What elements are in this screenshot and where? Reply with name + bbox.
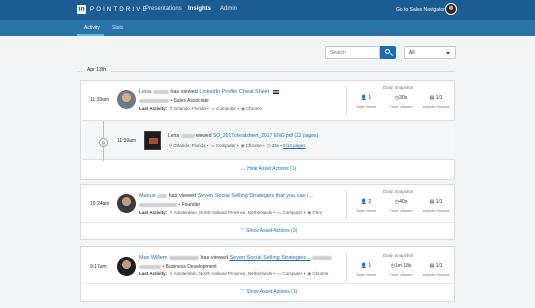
viewed-item-link[interactable]: LinkedIn Profile Cheat Sheet — [199, 89, 269, 95]
nav-admin[interactable]: Admin — [220, 6, 237, 12]
tab-stats[interactable]: Stats — [112, 25, 123, 31]
document-icon: ▤ — [99, 138, 108, 147]
asset-action-headline: Lena viewed SO_2017cheatsheet_2017 ENG.p… — [168, 133, 319, 139]
chevron-up-icon: ︿ — [240, 166, 246, 172]
stat-assets-viewed: ▤ 1/1 Assets Viewed — [422, 95, 450, 109]
activity-headline: Manus has viewed Seven Social Selling St… — [139, 193, 313, 199]
nav-presentations[interactable]: Presentations — [145, 6, 182, 12]
activity-card: 11:39am Lena has viewed LinkedIn Profile… — [80, 80, 455, 180]
stat-total-views: 👤 1 Total Views — [355, 263, 377, 277]
user-avatar[interactable] — [445, 3, 457, 15]
tab-activity[interactable]: Activity — [84, 25, 100, 31]
file-icon: ▤ — [429, 95, 435, 101]
asset-action-details: ⚲Orlando, Florida • ▭Computer • ◉Chrome … — [169, 143, 306, 148]
stat-assets-viewed: ▤ 1/1 Assets Viewed — [422, 263, 450, 277]
pointdrive-logo[interactable]: in POINTDRIVE — [77, 5, 149, 14]
asset-file-link[interactable]: SO_2017cheatsheet_2017 ENG.pdf (12 pages… — [213, 133, 318, 139]
chrome-icon: ◉ — [240, 143, 245, 148]
stat-total-views: 👤 1 Total Views — [355, 95, 377, 109]
viewer-name[interactable]: Manus — [139, 193, 156, 199]
location-pin-icon: ⚲ — [169, 210, 173, 215]
activity-headline: Max Willem has viewed Seven Social Selli… — [139, 255, 333, 261]
computer-icon: ▭ — [211, 106, 216, 111]
chevron-down-icon — [446, 52, 450, 55]
location-pin-icon: ⚲ — [169, 271, 173, 276]
asset-action-time: 11:39am — [117, 138, 137, 144]
viewer-avatar[interactable] — [117, 257, 136, 276]
chrome-icon: ◉ — [307, 271, 312, 276]
active-tab-indicator — [77, 34, 104, 36]
search-input[interactable] — [325, 46, 380, 59]
chrome-icon: ◉ — [241, 106, 246, 111]
computer-icon: ▭ — [277, 210, 282, 215]
location-pin-icon: ⚲ — [169, 106, 173, 111]
nav-insights[interactable]: Insights — [188, 6, 211, 12]
file-icon: ▤ — [429, 263, 435, 269]
viewed-item-link[interactable]: Seven Social Selling Strategies that you… — [198, 193, 313, 199]
viewer-name[interactable]: Max Willem — [139, 255, 167, 261]
viewer-avatar[interactable] — [117, 194, 136, 213]
chrome-icon: ◉ — [307, 210, 312, 215]
activity-time: 10:24am — [90, 201, 110, 207]
person-icon: 👤 — [360, 199, 368, 205]
last-activity: Last Activity: ⚲Amsterdam, North Holland… — [139, 210, 323, 215]
stat-time-viewed: ◷30s Time Viewed — [389, 95, 413, 109]
viewer-title: • Business Development — [139, 264, 217, 270]
go-to-sales-navigator-link[interactable]: Go to Sales Navigator — [396, 7, 445, 13]
brand-name: POINTDRIVE — [90, 6, 149, 13]
filter-select-value: All — [409, 50, 415, 56]
show-asset-actions-button[interactable]: ﹀ Show Asset Actions (1) — [81, 288, 456, 295]
uk-flag-icon — [272, 89, 279, 94]
viewer-title: • Founder — [139, 202, 200, 208]
stat-total-views: 👤 2 Total Views — [355, 199, 377, 213]
last-activity: Last Activity: ⚲Amsterdam, North Holland… — [139, 271, 329, 276]
chevron-down-icon: ﹀ — [239, 289, 245, 295]
last-activity: Last Activity: ⚲Orlando, Florida • ▭Comp… — [139, 106, 263, 111]
file-icon: ▤ — [429, 199, 435, 205]
viewed-item-link[interactable]: Seven Social Selling Strategies... — [230, 255, 311, 261]
top-nav-bar: in POINTDRIVE Presentations Insights Adm… — [0, 0, 535, 20]
computer-icon: ▭ — [277, 271, 282, 276]
pages-viewed-link[interactable]: 5/12 pages — [283, 143, 305, 148]
computer-icon: ▭ — [210, 143, 215, 148]
person-icon: 👤 — [360, 263, 368, 269]
viewer-title: • Sales Associate — [139, 98, 209, 104]
activity-card: 9:17am Max Willem has viewed Seven Socia… — [80, 246, 456, 302]
chevron-down-icon: ﹀ — [239, 228, 245, 234]
daily-snapshot-title: Daily Snapshot — [383, 85, 414, 90]
person-icon: 👤 — [360, 95, 368, 101]
viewer-avatar[interactable] — [117, 90, 136, 109]
activity-headline: Lena has viewed LinkedIn Profile Cheat S… — [139, 89, 279, 95]
stat-time-viewed: ◷40s Time Viewed — [389, 199, 413, 213]
show-asset-actions-button[interactable]: ﹀ Show Asset Actions (3) — [81, 227, 456, 234]
hide-asset-actions-button[interactable]: ︿ Hide Asset Actions (1) — [81, 165, 456, 172]
daily-snapshot-title: Daily Snapshot — [383, 253, 414, 258]
document-thumbnail[interactable] — [144, 131, 161, 150]
clock-icon: ◷ — [266, 143, 271, 148]
location-pin-icon: ⚲ — [169, 143, 173, 148]
daily-snapshot-title: Daily Snapshot — [383, 189, 414, 194]
activity-card: 10:24am Manus has viewed Seven Social Se… — [80, 184, 456, 240]
filter-select[interactable]: All — [404, 46, 456, 59]
asset-action-row: ▤ 11:39am Lena viewed SO_2017cheatsheet_… — [82, 120, 455, 161]
search-button[interactable] — [380, 46, 396, 59]
linkedin-logo-icon: in — [77, 5, 86, 14]
stat-time-viewed: ◷1m 18s Time Viewed — [389, 263, 413, 277]
activity-time: 11:39am — [90, 97, 110, 103]
date-divider — [77, 71, 455, 72]
viewer-name[interactable]: Lena — [139, 89, 151, 95]
activity-time: 9:17am — [90, 264, 107, 270]
stat-assets-viewed: ▤ 1/1 Assets Viewed — [422, 199, 450, 213]
date-label: Apr 13th — [82, 67, 111, 73]
